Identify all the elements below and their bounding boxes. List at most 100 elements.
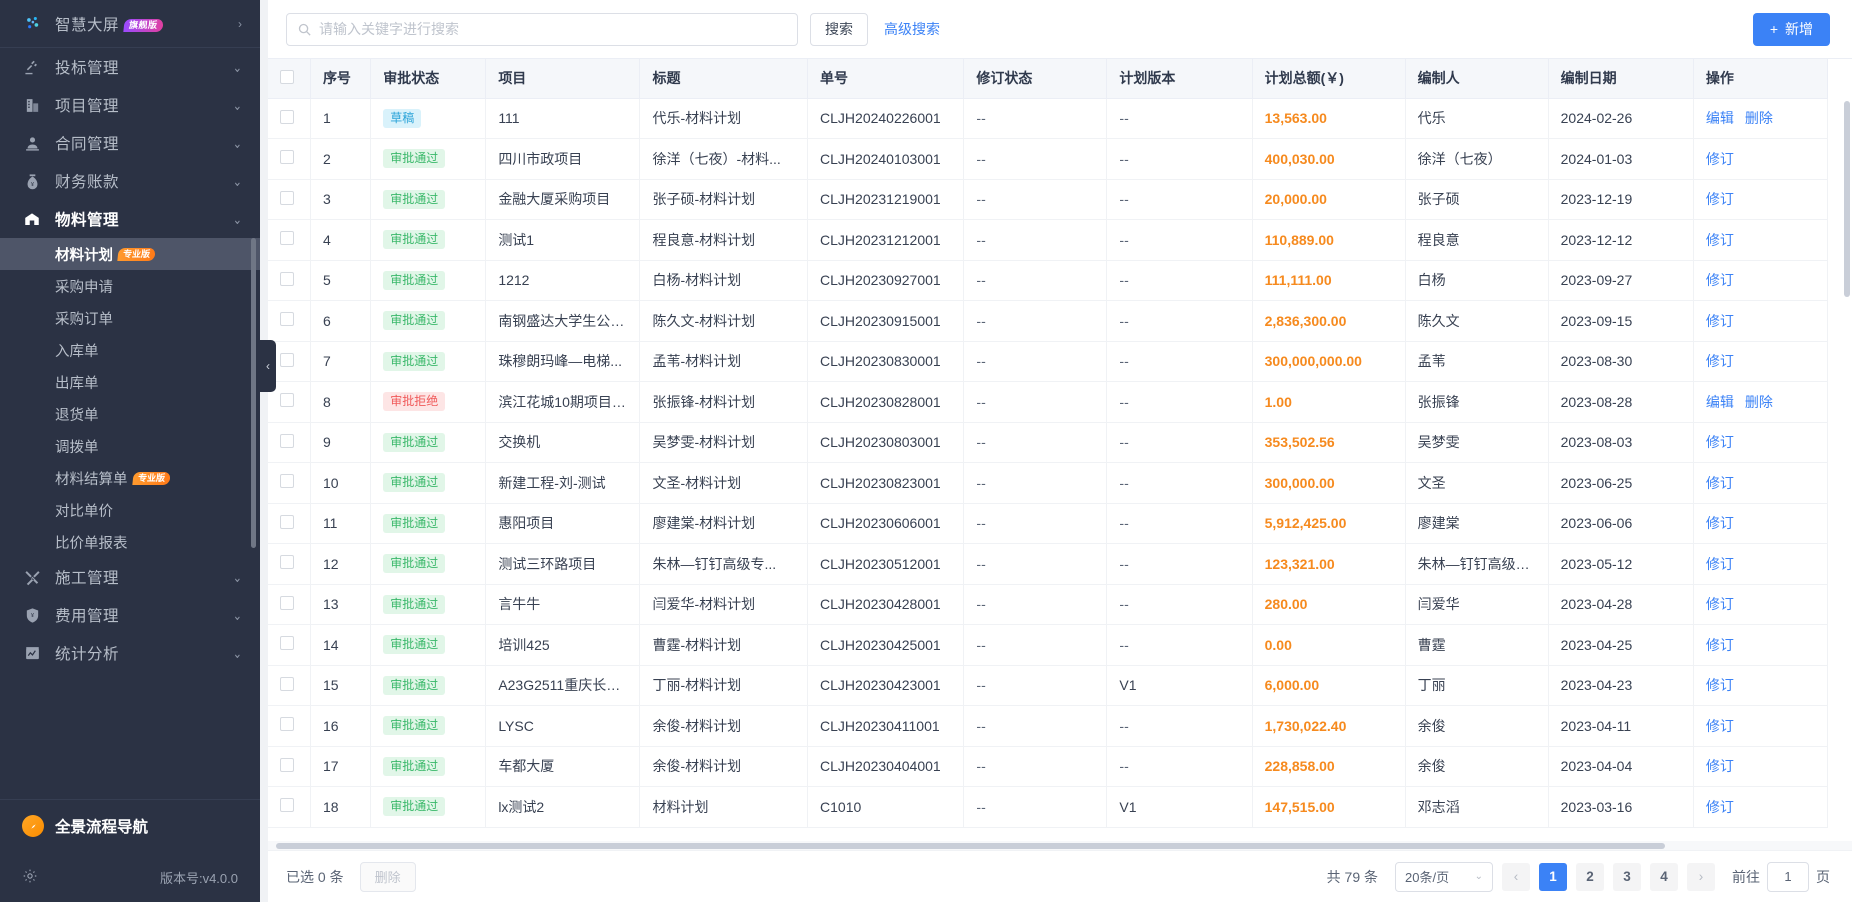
table-row[interactable]: 7 审批通过 珠穆朗玛峰—电梯... 孟苇-材料计划 CLJH20230830001 --… — [268, 341, 1829, 382]
row-checkbox[interactable] — [280, 231, 294, 246]
sidebar-item-project[interactable]: 项目管理 ⌄ — [0, 86, 260, 124]
action-revise-link[interactable]: 修订 — [1706, 434, 1734, 450]
sidebar-subitem-purchase-order[interactable]: 采购订单 — [0, 302, 260, 334]
sidebar-subitem-outbound[interactable]: 出库单 — [0, 366, 260, 398]
sidebar-item-material[interactable]: 物料管理 ⌄ — [0, 200, 260, 238]
table-row[interactable]: 9 审批通过 交换机 吴梦雯-材料计划 CLJH20230803001 -- -- 353,5… — [268, 422, 1829, 463]
table-row[interactable]: 16 审批通过 LYSC 余俊-材料计划 CLJH20230411001 -- -- 1,73… — [268, 705, 1829, 747]
gear-icon[interactable] — [22, 868, 38, 887]
table-row[interactable]: 4 审批通过 测试1 程良意-材料计划 CLJH20231212001 -- -- 110,8… — [268, 219, 1829, 261]
table-row[interactable]: 18 审批通过 lx测试2 材料计划 C1010 -- V1 147,515.00 邓志滔 202… — [268, 786, 1829, 828]
sidebar-subitem-inbound[interactable]: 入库单 — [0, 334, 260, 366]
table-row[interactable]: 11 审批通过 惠阳项目 廖建棠-材料计划 CLJH20230606001 -- -- 5,9… — [268, 503, 1829, 544]
table-row[interactable]: 1 草稿 111 代乐-材料计划 CLJH20240226001 -- -- 13,563.0… — [268, 98, 1829, 139]
sidebar-item-dashboard[interactable]: 智慧大屏 旗舰版 › — [0, 0, 260, 48]
column-header-title[interactable]: 标题 — [639, 59, 809, 99]
action-revise-link[interactable]: 修订 — [1706, 151, 1734, 167]
sidebar-subitem-compare-price[interactable]: 对比单价 — [0, 494, 260, 526]
table-row[interactable]: 6 审批通过 南钢盛达大学生公寓... 陈久文-材料计划 CLJH20230915001… — [268, 300, 1829, 342]
action-revise-link[interactable]: 修订 — [1706, 515, 1734, 531]
delete-button[interactable]: 删除 — [359, 861, 416, 892]
row-checkbox[interactable] — [280, 514, 294, 529]
sidebar-subitem-transfer[interactable]: 调拨单 — [0, 430, 260, 462]
sidebar-subitem-return[interactable]: 退货单 — [0, 398, 260, 430]
row-checkbox[interactable] — [280, 555, 294, 570]
action-revise-link[interactable]: 修订 — [1706, 232, 1734, 248]
action-revise-link[interactable]: 修订 — [1706, 758, 1734, 774]
goto-page-input[interactable] — [1767, 861, 1809, 892]
row-checkbox[interactable] — [280, 190, 294, 205]
page-button-3[interactable]: 3 — [1613, 862, 1641, 891]
column-header-version[interactable]: 计划版本 — [1106, 59, 1253, 99]
sidebar-item-process-nav[interactable]: 全景流程导航 — [0, 800, 260, 852]
action-revise-link[interactable]: 修订 — [1706, 637, 1734, 653]
column-header-date[interactable]: 编制日期 — [1548, 59, 1694, 99]
row-checkbox[interactable] — [280, 433, 294, 448]
column-header-no[interactable]: 序号 — [310, 59, 372, 99]
row-checkbox[interactable] — [280, 757, 294, 772]
column-header-status[interactable]: 审批状态 — [370, 59, 487, 99]
action-revise-link[interactable]: 修订 — [1706, 313, 1734, 329]
column-header-author[interactable]: 编制人 — [1405, 59, 1549, 99]
sidebar-item-bidding[interactable]: 投标管理 ⌄ — [0, 48, 260, 86]
table-row[interactable]: 12 审批通过 测试三环路项目 朱林—钉钉高级专... CLJH20230512001-… — [268, 543, 1829, 585]
sidebar-item-expense[interactable]: ¥ 费用管理 ⌄ — [0, 596, 260, 634]
page-button-1[interactable]: 1 — [1539, 862, 1567, 891]
column-header-project[interactable]: 项目 — [485, 59, 641, 99]
column-header-order[interactable]: 单号 — [807, 59, 965, 99]
row-checkbox[interactable] — [280, 150, 294, 165]
action-edit-link[interactable]: 编辑 — [1706, 110, 1734, 126]
row-checkbox[interactable] — [280, 312, 294, 327]
action-delete-link[interactable]: 删除 — [1745, 394, 1773, 410]
action-revise-link[interactable]: 修订 — [1706, 191, 1734, 207]
sidebar-scrollbar[interactable] — [251, 238, 256, 548]
page-button-2[interactable]: 2 — [1576, 862, 1604, 891]
row-checkbox[interactable] — [280, 474, 294, 489]
action-revise-link[interactable]: 修订 — [1706, 677, 1734, 693]
table-row[interactable]: 10 审批通过 新建工程-刘-测试 文圣-材料计划 CLJH20230823001 -- -… — [268, 462, 1829, 504]
action-revise-link[interactable]: 修订 — [1706, 475, 1734, 491]
advanced-search-link[interactable]: 高级搜索 — [884, 19, 940, 39]
table-row[interactable]: 8 审批拒绝 滨江花城10期项目-... 张振锋-材料计划 CLJH2023082800… — [268, 381, 1829, 423]
action-revise-link[interactable]: 修订 — [1706, 556, 1734, 572]
search-button[interactable]: 搜索 — [810, 12, 868, 46]
column-header-actions[interactable]: 操作 — [1693, 59, 1829, 99]
page-button-4[interactable]: 4 — [1650, 862, 1678, 891]
row-checkbox[interactable] — [280, 676, 294, 691]
table-row[interactable]: 17 审批通过 车都大厦 余俊-材料计划 CLJH20230404001 -- -- 228,… — [268, 746, 1829, 787]
action-edit-link[interactable]: 编辑 — [1706, 394, 1734, 410]
row-checkbox[interactable] — [280, 798, 294, 813]
next-page-button[interactable]: › — [1687, 862, 1715, 891]
table-row[interactable]: 2 审批通过 四川市政项目 徐洋（七夜）-材料... CLJH20240103001 --… — [268, 138, 1829, 180]
action-revise-link[interactable]: 修订 — [1706, 799, 1734, 815]
select-all-checkbox[interactable] — [280, 69, 294, 84]
table-row[interactable]: 13 审批通过 言牛牛 闫爱华-材料计划 CLJH20230428001 -- -- 280.… — [268, 584, 1829, 625]
table-row[interactable]: 5 审批通过 1212 白杨-材料计划 CLJH20230927001 -- -- 111,1… — [268, 260, 1829, 301]
sidebar-subitem-settlement[interactable]: 材料结算单 专业版 — [0, 462, 260, 494]
row-checkbox[interactable] — [280, 595, 294, 610]
row-checkbox[interactable] — [280, 393, 294, 408]
table-row[interactable]: 14 审批通过 培训425 曹霆-材料计划 CLJH20230425001 -- -- 0.0… — [268, 624, 1829, 666]
row-checkbox[interactable] — [280, 352, 294, 367]
action-revise-link[interactable]: 修订 — [1706, 718, 1734, 734]
sidebar-item-finance[interactable]: ¥ 财务账款 ⌄ — [0, 162, 260, 200]
action-delete-link[interactable]: 删除 — [1745, 110, 1773, 126]
sidebar-item-contract[interactable]: 合同管理 ⌄ — [0, 124, 260, 162]
sidebar-subitem-purchase-request[interactable]: 采购申请 — [0, 270, 260, 302]
table-row[interactable]: 15 审批通过 A23G2511重庆长安... 丁丽-材料计划 CLJH20230423… — [268, 665, 1829, 706]
table-row[interactable]: 3 审批通过 金融大厦采购项目 张子硕-材料计划 CLJH20231219001 -- --… — [268, 179, 1829, 220]
table-horizontal-scrollbar[interactable] — [276, 843, 1665, 849]
add-button[interactable]: + 新增 — [1752, 12, 1830, 46]
action-revise-link[interactable]: 修订 — [1706, 596, 1734, 612]
row-checkbox[interactable] — [280, 109, 294, 124]
action-revise-link[interactable]: 修订 — [1706, 272, 1734, 288]
action-revise-link[interactable]: 修订 — [1706, 353, 1734, 369]
sidebar-item-statistics[interactable]: 统计分析 ⌄ — [0, 634, 260, 672]
sidebar-subitem-price-report[interactable]: 比价单报表 — [0, 526, 260, 558]
sidebar-subitem-material-plan[interactable]: 材料计划 专业版 — [0, 238, 260, 270]
sidebar-item-construction[interactable]: 施工管理 ⌄ — [0, 558, 260, 596]
row-checkbox[interactable] — [280, 271, 294, 286]
column-header-revise[interactable]: 修订状态 — [963, 59, 1108, 99]
search-input[interactable] — [286, 12, 798, 46]
table-vertical-scrollbar[interactable] — [1844, 101, 1850, 297]
